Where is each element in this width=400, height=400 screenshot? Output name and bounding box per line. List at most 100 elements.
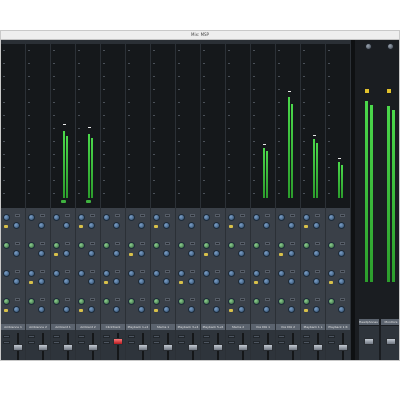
freq-knob[interactable] (13, 250, 20, 257)
bypass-switch[interactable] (90, 214, 95, 217)
bypass-switch[interactable] (65, 298, 70, 301)
bypass-switch[interactable] (90, 242, 95, 245)
mute-button[interactable] (328, 335, 335, 338)
bypass-switch[interactable] (290, 298, 295, 301)
freq-knob[interactable] (113, 222, 120, 229)
bypass-switch[interactable] (40, 242, 45, 245)
bypass-switch[interactable] (240, 242, 245, 245)
gain-knob[interactable] (153, 298, 160, 305)
freq-knob[interactable] (163, 278, 170, 285)
freq-knob[interactable] (338, 306, 345, 313)
channel-fader[interactable] (263, 344, 273, 351)
freq-knob[interactable] (238, 222, 245, 229)
gain-knob[interactable] (303, 298, 310, 305)
freq-knob[interactable] (213, 250, 220, 257)
bypass-switch[interactable] (340, 242, 345, 245)
freq-knob[interactable] (288, 278, 295, 285)
solo-button[interactable] (53, 341, 60, 344)
gain-knob[interactable] (228, 242, 235, 249)
bypass-switch[interactable] (65, 214, 70, 217)
gain-knob[interactable] (253, 270, 260, 277)
gain-knob[interactable] (53, 298, 60, 305)
gain-knob[interactable] (278, 214, 285, 221)
freq-knob[interactable] (238, 250, 245, 257)
freq-knob[interactable] (88, 222, 95, 229)
gain-knob[interactable] (128, 298, 135, 305)
bypass-switch[interactable] (340, 270, 345, 273)
gain-knob[interactable] (78, 214, 85, 221)
bypass-switch[interactable] (215, 214, 220, 217)
gain-knob[interactable] (53, 214, 60, 221)
mute-button[interactable] (228, 335, 235, 338)
bypass-switch[interactable] (15, 270, 20, 273)
freq-knob[interactable] (63, 278, 70, 285)
master-output-name[interactable]: Monitors (381, 319, 399, 325)
gain-knob[interactable] (28, 214, 35, 221)
bypass-switch[interactable] (315, 270, 320, 273)
freq-knob[interactable] (38, 306, 45, 313)
gain-knob[interactable] (178, 270, 185, 277)
master-knob[interactable] (365, 43, 372, 50)
gain-knob[interactable] (153, 214, 160, 221)
freq-knob[interactable] (38, 250, 45, 257)
solo-button[interactable] (278, 341, 285, 344)
solo-button[interactable] (303, 341, 310, 344)
solo-button[interactable] (78, 341, 85, 344)
gain-knob[interactable] (328, 298, 335, 305)
bypass-switch[interactable] (115, 214, 120, 217)
gain-knob[interactable] (78, 242, 85, 249)
solo-button[interactable] (28, 341, 35, 344)
bypass-switch[interactable] (190, 270, 195, 273)
bypass-switch[interactable] (165, 298, 170, 301)
freq-knob[interactable] (163, 250, 170, 257)
solo-button[interactable] (153, 341, 160, 344)
mute-button[interactable] (253, 335, 260, 338)
bypass-switch[interactable] (315, 298, 320, 301)
record-indicator[interactable] (86, 200, 91, 203)
freq-knob[interactable] (138, 222, 145, 229)
freq-knob[interactable] (88, 250, 95, 257)
bypass-switch[interactable] (340, 298, 345, 301)
mute-button[interactable] (153, 335, 160, 338)
bypass-switch[interactable] (65, 242, 70, 245)
gain-knob[interactable] (328, 242, 335, 249)
gain-knob[interactable] (153, 242, 160, 249)
freq-knob[interactable] (88, 306, 95, 313)
channel-fader[interactable] (138, 344, 148, 351)
mute-button[interactable] (78, 335, 85, 338)
bypass-switch[interactable] (265, 242, 270, 245)
bypass-switch[interactable] (265, 214, 270, 217)
gain-knob[interactable] (303, 214, 310, 221)
master-knob[interactable] (387, 43, 394, 50)
solo-button[interactable] (128, 341, 135, 344)
freq-knob[interactable] (288, 250, 295, 257)
solo-button[interactable] (203, 341, 210, 344)
freq-knob[interactable] (188, 278, 195, 285)
solo-button[interactable] (103, 341, 110, 344)
freq-knob[interactable] (113, 306, 120, 313)
gain-knob[interactable] (278, 242, 285, 249)
master-fader[interactable] (386, 338, 396, 345)
channel-fader[interactable] (313, 344, 323, 351)
bypass-switch[interactable] (290, 214, 295, 217)
solo-button[interactable] (328, 341, 335, 344)
bypass-switch[interactable] (265, 270, 270, 273)
gain-knob[interactable] (203, 270, 210, 277)
freq-knob[interactable] (288, 306, 295, 313)
freq-knob[interactable] (163, 222, 170, 229)
gain-knob[interactable] (303, 270, 310, 277)
gain-knob[interactable] (228, 270, 235, 277)
gain-knob[interactable] (78, 270, 85, 277)
mute-button[interactable] (103, 335, 110, 338)
bypass-switch[interactable] (140, 214, 145, 217)
bypass-switch[interactable] (65, 270, 70, 273)
gain-knob[interactable] (228, 214, 235, 221)
bypass-switch[interactable] (215, 298, 220, 301)
mute-button[interactable] (278, 335, 285, 338)
gain-knob[interactable] (3, 270, 10, 277)
bypass-switch[interactable] (165, 270, 170, 273)
mute-button[interactable] (203, 335, 210, 338)
freq-knob[interactable] (338, 250, 345, 257)
master-output-name[interactable]: Headphones 1 (359, 319, 379, 325)
gain-knob[interactable] (3, 298, 10, 305)
